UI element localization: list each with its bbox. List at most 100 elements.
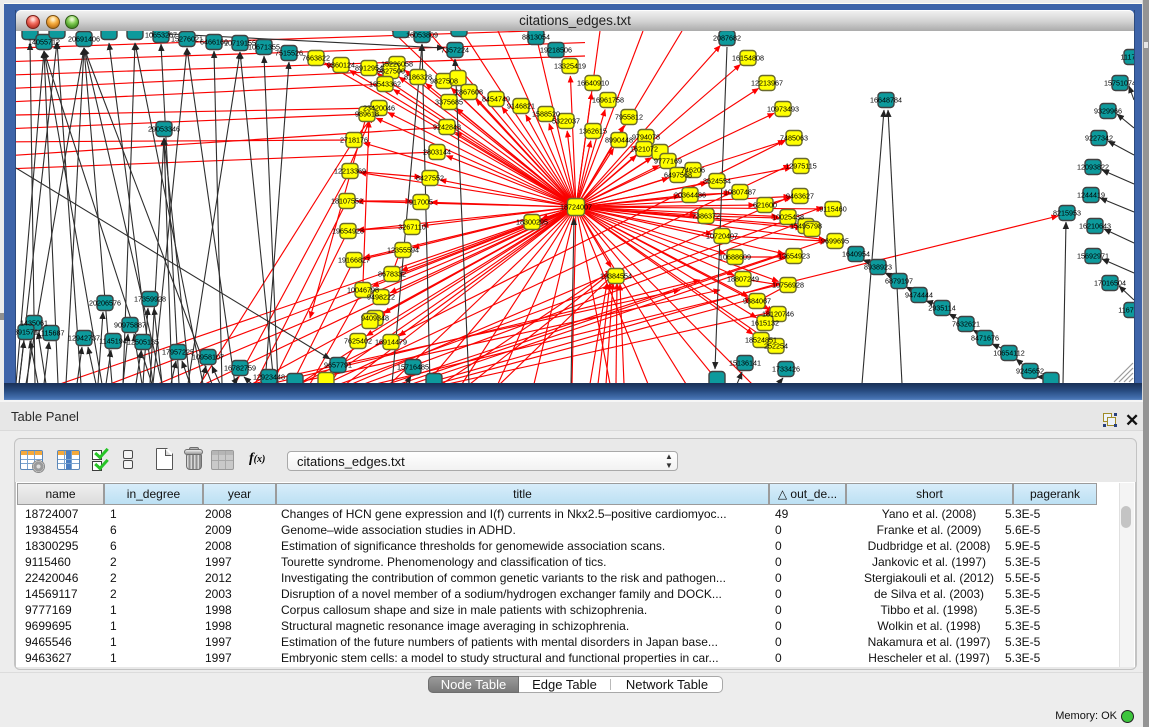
svg-text:12505135: 12505135 [127, 338, 159, 347]
svg-text:10807487: 10807487 [724, 188, 756, 197]
svg-text:6879197: 6879197 [885, 277, 913, 286]
svg-text:7663822: 7663822 [302, 54, 330, 63]
svg-text:7515526: 7515526 [275, 49, 303, 58]
svg-text:17957225: 17957225 [162, 348, 194, 357]
svg-text:9146821: 9146821 [507, 102, 535, 111]
svg-text:15495798: 15495798 [790, 222, 822, 231]
svg-text:9463627: 9463627 [786, 192, 814, 201]
svg-text:10958107: 10958107 [192, 353, 224, 362]
svg-text:9115460: 9115460 [819, 205, 846, 214]
svg-text:1640954: 1640954 [842, 250, 870, 259]
svg-text:8678332: 8678332 [378, 270, 406, 279]
svg-text:16210643: 16210643 [1079, 222, 1111, 231]
svg-text:8813054: 8813054 [522, 33, 550, 42]
svg-text:10688609: 10688609 [719, 253, 751, 262]
svg-text:16640910: 16640910 [577, 79, 609, 88]
svg-text:12975115: 12975115 [785, 162, 816, 171]
svg-text:7386372: 7386372 [692, 212, 720, 221]
svg-text:2803144: 2803144 [423, 148, 451, 157]
svg-text:20206576: 20206576 [89, 299, 121, 308]
svg-text:9498222: 9498222 [367, 293, 395, 302]
svg-text:1244419: 1244419 [1077, 191, 1105, 200]
svg-text:9699695: 9699695 [821, 237, 849, 246]
svg-text:1615132: 1615132 [751, 319, 779, 328]
svg-text:8471676: 8471676 [971, 334, 999, 343]
svg-text:16782759: 16782759 [224, 364, 256, 373]
svg-text:9827500: 9827500 [377, 67, 405, 76]
svg-text:16053809: 16053809 [406, 31, 438, 40]
svg-text:10720407: 10720407 [706, 232, 738, 241]
svg-text:16543362: 16543362 [369, 80, 401, 89]
svg-text:9474444: 9474444 [905, 291, 933, 300]
svg-text:17359928: 17359928 [134, 295, 166, 304]
svg-text:10654112: 10654112 [993, 349, 1024, 358]
svg-text:9794078: 9794078 [632, 133, 660, 142]
svg-text:18107552: 18107552 [331, 197, 363, 206]
svg-text:6497568: 6497568 [664, 171, 692, 180]
svg-text:20691406: 20691406 [68, 35, 100, 44]
svg-text:12923448: 12923448 [253, 373, 285, 382]
svg-text:15276021: 15276021 [171, 35, 203, 44]
svg-text:3375685: 3375685 [435, 98, 463, 107]
svg-text:1733426: 1733426 [772, 365, 800, 374]
svg-text:9384067: 9384067 [743, 297, 771, 306]
svg-text:10973493: 10973493 [767, 105, 799, 114]
svg-text:8186328: 8186328 [404, 73, 432, 82]
svg-text:8454749: 8454749 [482, 95, 510, 104]
svg-text:14055712: 14055712 [28, 38, 60, 47]
svg-text:16914479: 16914479 [375, 338, 407, 347]
svg-text:989618: 989618 [355, 110, 379, 119]
svg-text:2087682: 2087682 [713, 34, 741, 43]
svg-text:111740: 111740 [1121, 53, 1134, 62]
svg-text:9242848: 9242848 [433, 123, 461, 132]
svg-text:9227342: 9227342 [1085, 134, 1113, 143]
svg-text:19384554: 19384554 [600, 272, 632, 281]
svg-text:7357224: 7357224 [441, 46, 469, 55]
svg-text:3624554: 3624554 [703, 177, 731, 186]
svg-text:12213967: 12213967 [751, 79, 783, 88]
svg-text:15136141: 15136141 [729, 359, 761, 368]
svg-text:15751074: 15751074 [1104, 79, 1134, 88]
svg-text:10025438: 10025438 [772, 213, 804, 222]
svg-text:9329966: 9329966 [1094, 107, 1122, 116]
svg-text:18724007: 18724007 [560, 203, 592, 212]
svg-text:20364436: 20364436 [674, 191, 706, 200]
svg-text:16648784: 16648784 [870, 96, 902, 105]
svg-text:5322037: 5322037 [552, 117, 580, 126]
svg-text:9245652: 9245652 [1016, 367, 1044, 376]
svg-text:8427552: 8427552 [416, 174, 444, 183]
svg-text:7955812: 7955812 [615, 113, 643, 122]
svg-text:621600: 621600 [753, 201, 777, 210]
svg-text:12093822: 12093822 [1077, 163, 1109, 172]
svg-text:18807249: 18807249 [727, 275, 759, 284]
svg-text:8938923: 8938923 [864, 263, 892, 272]
svg-text:18120746: 18120746 [762, 310, 794, 319]
svg-text:12213369: 12213369 [334, 167, 366, 176]
svg-text:10756928: 10756928 [772, 281, 804, 290]
svg-text:16154808: 16154808 [732, 54, 764, 63]
svg-text:3267110: 3267110 [398, 223, 425, 232]
svg-text:7625402: 7625402 [344, 337, 372, 346]
svg-text:917005: 917005 [409, 198, 433, 207]
svg-text:1435061: 1435061 [20, 319, 48, 328]
svg-text:12942737: 12942737 [68, 334, 100, 343]
svg-text:2935114: 2935114 [928, 304, 955, 313]
svg-text:7632621: 7632621 [952, 320, 980, 329]
svg-text:1167533: 1167533 [1118, 306, 1134, 315]
svg-text:9657791: 9657791 [324, 361, 352, 370]
svg-text:9777169: 9777169 [654, 157, 682, 166]
svg-text:8990448: 8990448 [605, 136, 633, 145]
svg-text:2718176: 2718176 [340, 136, 368, 145]
svg-text:8215953: 8215953 [1053, 209, 1081, 218]
svg-text:252254: 252254 [764, 342, 788, 351]
svg-text:90975887: 90975887 [114, 321, 146, 330]
svg-text:1621072: 1621072 [630, 145, 658, 154]
svg-text:12355594: 12355594 [387, 246, 419, 255]
svg-text:19654928: 19654928 [332, 227, 364, 236]
svg-text:16961758: 16961758 [592, 96, 624, 105]
svg-text:391571: 391571 [16, 328, 38, 337]
svg-text:2867608: 2867608 [455, 88, 483, 97]
svg-text:13654923: 13654923 [778, 252, 810, 261]
svg-text:7485063: 7485063 [780, 134, 808, 143]
svg-text:1145194: 1145194 [99, 337, 126, 346]
